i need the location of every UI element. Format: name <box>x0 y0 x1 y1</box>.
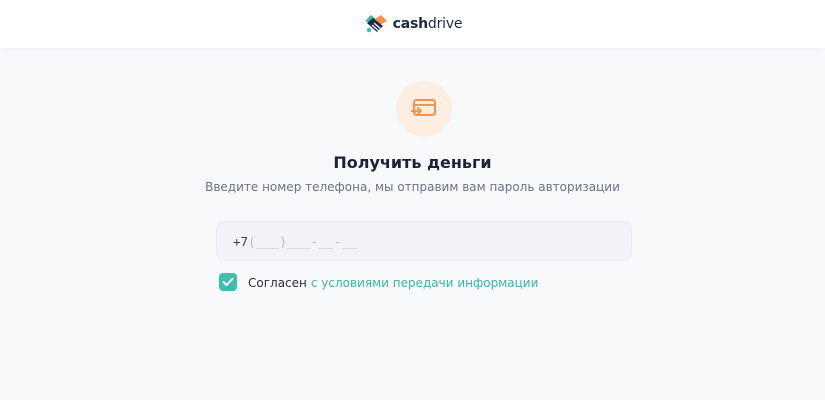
consent-checkbox[interactable] <box>219 272 237 291</box>
phone-input[interactable]: +7 (___)___-__-__ <box>216 221 632 261</box>
logo-text-light: drive <box>427 16 463 32</box>
logo-text-bold: cash <box>392 16 428 32</box>
handshake-logo-icon <box>364 15 387 33</box>
page-title: Получить деньги <box>333 153 492 172</box>
phone-prefix: +7 <box>233 233 249 249</box>
logo-text: cashdrive <box>393 16 463 32</box>
phone-mask-placeholder: (___)___-__-__ <box>248 233 358 249</box>
login-form: Получить деньги Введите номер телефона, … <box>0 48 825 400</box>
card-transfer-icon <box>396 81 452 137</box>
consent-row: Согласен с условиями передачи информации <box>219 272 538 291</box>
consent-label: Согласен <box>248 276 307 290</box>
terms-link[interactable]: с условиями передачи информации <box>311 276 539 290</box>
cashdrive-logo[interactable]: cashdrive <box>363 12 463 36</box>
card-icon-svg <box>411 99 436 116</box>
checkmark-icon <box>222 277 234 286</box>
page-subtitle: Введите номер телефона, мы отправим вам … <box>205 180 620 194</box>
top-bar: cashdrive <box>0 0 825 48</box>
